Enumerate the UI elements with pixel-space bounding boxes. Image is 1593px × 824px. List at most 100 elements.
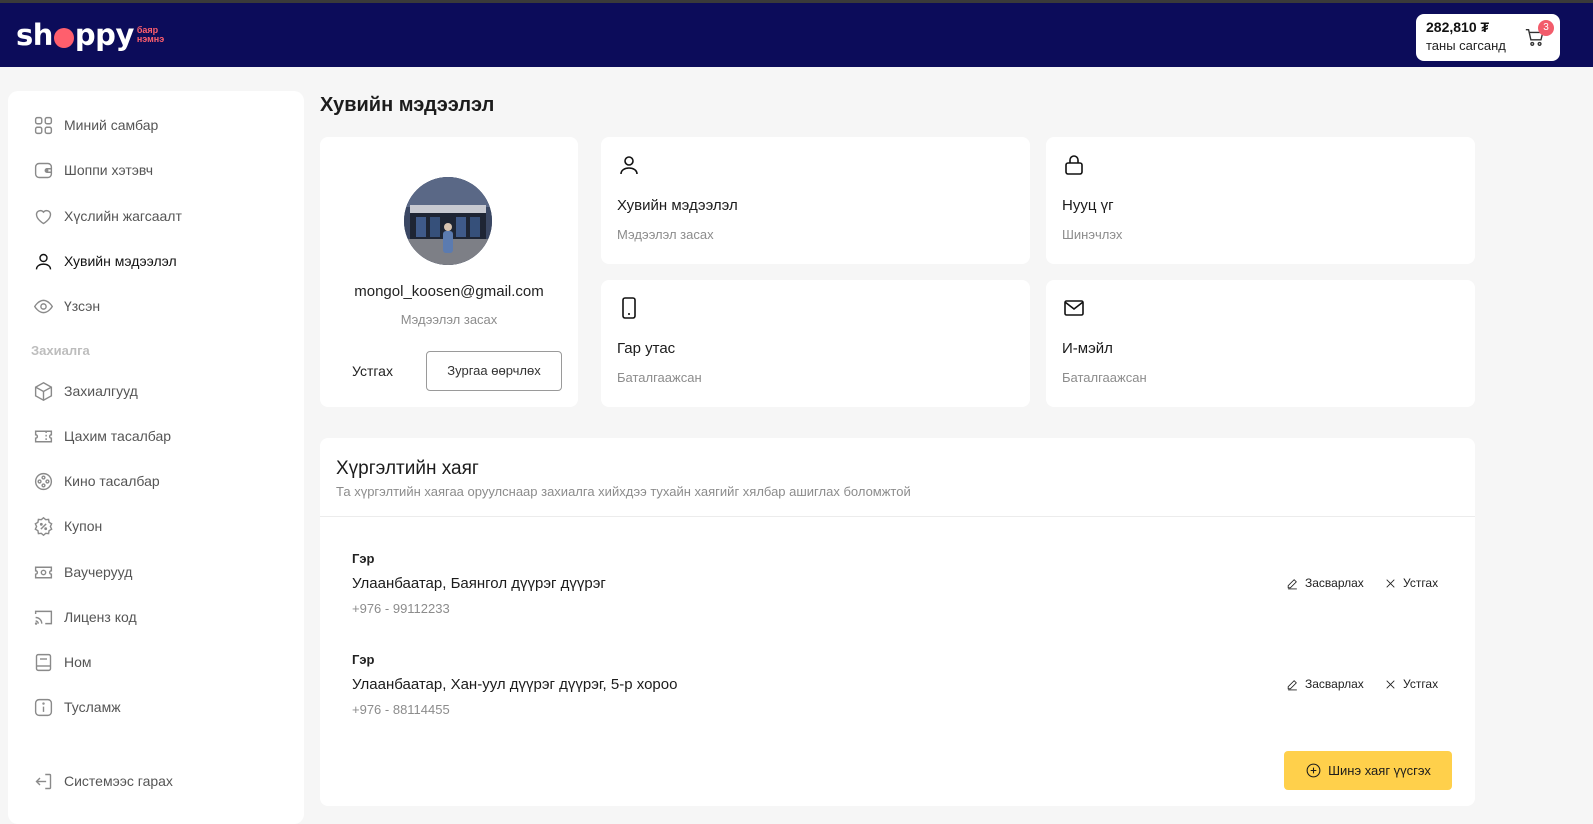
password-card[interactable]: Нууц үг Шинэчлэх <box>1046 137 1475 264</box>
pencil-icon <box>1287 679 1297 690</box>
delivery-address-card: Хүргэлтийн хаяг Та хүргэлтийн хаягаа ору… <box>320 438 1475 806</box>
sidebar-item-label: Цахим тасалбар <box>64 428 172 444</box>
card-title: Гар утас <box>617 340 676 357</box>
sidebar-item-help[interactable]: Тусламж <box>32 695 121 719</box>
logo-tagline: баяр нэмнэ <box>136 25 165 44</box>
sidebar-item-movie-ticket[interactable]: Кино тасалбар <box>32 469 160 493</box>
sidebar-item-license-code[interactable]: Лиценз код <box>32 605 137 629</box>
logo-dot <box>53 28 74 48</box>
ticket-icon <box>32 425 54 447</box>
card-subtitle: Баталгаажсан <box>1062 370 1147 385</box>
change-photo-button[interactable]: Зургаа өөрчлөх <box>426 351 562 391</box>
address-text: Улаанбаатар, Хан-уул дүүрэг дүүрэг, 5-р … <box>352 676 678 693</box>
card-title: Хувийн мэдээлэл <box>617 197 738 214</box>
lock-icon <box>1062 153 1086 177</box>
sidebar-item-vouchers[interactable]: Ваучерууд <box>32 560 132 584</box>
close-icon <box>1386 578 1395 588</box>
profile-card: mongol_koosen@gmail.com Мэдээлэл засах У… <box>320 137 578 407</box>
sidebar-item-orders[interactable]: Захиалгууд <box>32 379 138 403</box>
edit-label: Засварлах <box>1305 576 1364 590</box>
book-icon <box>32 651 54 673</box>
sidebar-item-label: Захиалгууд <box>64 383 138 399</box>
user-icon <box>32 250 54 272</box>
address-type: Гэр <box>352 652 375 667</box>
sidebar-item-label: Хувийн мэдээлэл <box>64 253 177 269</box>
user-icon <box>617 153 641 177</box>
card-subtitle: Шинэчлэх <box>1062 227 1123 242</box>
sidebar-item-books[interactable]: Ном <box>32 650 92 674</box>
sidebar-section-orders: Захиалга <box>31 343 90 358</box>
cart-count-badge: 3 <box>1538 20 1554 36</box>
profile-edit-link[interactable]: Мэдээлэл засах <box>320 312 578 327</box>
sidebar-item-label: Кино тасалбар <box>64 473 160 489</box>
sidebar-item-label: Шоппи хэтэвч <box>64 162 153 178</box>
avatar[interactable] <box>404 177 492 265</box>
sidebar-item-wallet[interactable]: Шоппи хэтэвч <box>32 158 153 182</box>
address-item: Гэр Улаанбаатар, Баянгол дүүрэг дүүрэг +… <box>352 551 1452 621</box>
address-phone: +976 - 99112233 <box>352 601 450 616</box>
remove-label: Устгах <box>1403 677 1439 691</box>
edit-address-button[interactable]: Засварлах <box>1286 576 1364 590</box>
sidebar-item-label: Ном <box>64 654 92 670</box>
info-icon <box>32 696 54 718</box>
new-address-label: Шинэ хаяг үүсгэх <box>1328 763 1431 778</box>
plus-circle-icon <box>1306 763 1321 778</box>
edit-label: Засварлах <box>1305 677 1364 691</box>
sidebar-item-label: Хүслийн жагсаалт <box>64 208 182 224</box>
divider <box>320 516 1475 517</box>
address-text: Улаанбаатар, Баянгол дүүрэг дүүрэг <box>352 575 606 592</box>
profile-email: mongol_koosen@gmail.com <box>354 283 544 300</box>
email-card[interactable]: И-мэйл Баталгаажсан <box>1046 280 1475 407</box>
cart-summary[interactable]: 282,810 ₮ таны сагсанд 3 <box>1416 14 1560 61</box>
heart-icon <box>32 205 54 227</box>
delete-photo-button[interactable]: Устгах <box>352 363 393 379</box>
sidebar-item-label: Лиценз код <box>64 609 137 625</box>
shoppy-logo[interactable]: sh ppy баяр нэмнэ <box>16 17 164 53</box>
eye-icon <box>32 295 54 317</box>
card-title: Нууц үг <box>1062 197 1114 214</box>
card-title: И-мэйл <box>1062 340 1113 357</box>
sidebar-item-dashboard[interactable]: Миний самбар <box>32 113 158 137</box>
sidebar-item-label: Купон <box>64 518 103 534</box>
cast-icon <box>32 606 54 628</box>
address-type: Гэр <box>352 551 375 566</box>
address-item: Гэр Улаанбаатар, Хан-уул дүүрэг дүүрэг, … <box>352 652 1452 722</box>
remove-address-button[interactable]: Устгах <box>1384 677 1438 691</box>
pencil-icon <box>1287 578 1297 589</box>
wallet-icon <box>32 159 54 181</box>
delivery-description: Та хүргэлтийн хаягаа оруулснаар захиалга… <box>336 484 911 499</box>
top-header: sh ppy баяр нэмнэ 282,810 ₮ таны сагсанд 3 <box>0 0 1593 67</box>
coupon-icon <box>32 515 54 537</box>
sidebar-item-coupon[interactable]: Купон <box>32 514 102 538</box>
film-reel-icon <box>32 470 54 492</box>
remove-address-button[interactable]: Устгах <box>1384 576 1438 590</box>
card-subtitle: Мэдээлэл засах <box>617 227 714 242</box>
sidebar-item-e-ticket[interactable]: Цахим тасалбар <box>32 424 171 448</box>
personal-info-card[interactable]: Хувийн мэдээлэл Мэдээлэл засах <box>601 137 1030 264</box>
box-icon <box>32 380 54 402</box>
card-subtitle: Баталгаажсан <box>617 370 702 385</box>
close-icon <box>1386 679 1395 689</box>
phone-card[interactable]: Гар утас Баталгаажсан <box>601 280 1030 407</box>
sidebar-item-personal-info[interactable]: Хувийн мэдээлэл <box>32 249 177 273</box>
sidebar-item-label: Миний самбар <box>64 117 159 133</box>
page-title: Хувийн мэдээлэл <box>320 94 495 116</box>
delivery-title: Хүргэлтийн хаяг <box>336 458 479 479</box>
edit-address-button[interactable]: Засварлах <box>1286 677 1364 691</box>
logo-wordmark: sh ppy <box>16 18 134 52</box>
sidebar-item-logout[interactable]: Системээс гарах <box>32 769 173 793</box>
sidebar-item-label: Үзсэн <box>64 298 101 314</box>
logout-icon <box>32 770 54 792</box>
new-address-button[interactable]: Шинэ хаяг үүсгэх <box>1284 751 1452 790</box>
sidebar-item-label: Системээс гарах <box>64 773 173 789</box>
address-phone: +976 - 88114455 <box>352 702 450 717</box>
mail-icon <box>1062 296 1086 320</box>
account-sidebar: Миний самбар Шоппи хэтэвч Хүслийн жагсаа… <box>8 91 304 824</box>
sidebar-item-label: Ваучерууд <box>64 564 133 580</box>
dashboard-grid-icon <box>32 114 54 136</box>
sidebar-item-label: Тусламж <box>64 699 121 715</box>
sidebar-item-wishlist[interactable]: Хүслийн жагсаалт <box>32 204 182 228</box>
sidebar-item-viewed[interactable]: Үзсэн <box>32 294 100 318</box>
remove-label: Устгах <box>1403 576 1439 590</box>
voucher-icon <box>32 561 54 583</box>
